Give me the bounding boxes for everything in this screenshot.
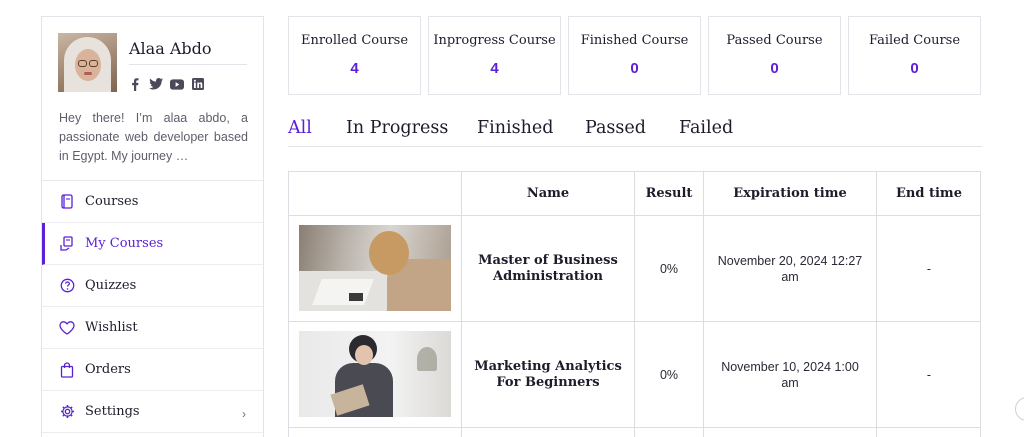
stat-inprogress-course: Inprogress Course 4: [428, 16, 561, 95]
shopping-bag-icon: [59, 361, 75, 378]
courses-icon: [59, 194, 75, 210]
stat-finished-course: Finished Course 0: [568, 16, 701, 95]
my-courses-icon: [59, 236, 75, 252]
sidebar-item-label: Settings: [85, 404, 140, 419]
course-name-link[interactable]: Master of Business Administration: [462, 253, 634, 285]
stat-value: 4: [350, 60, 359, 77]
stat-label: Passed Course: [726, 33, 823, 48]
stat-label: Inprogress Course: [433, 33, 556, 48]
sidebar-item-wishlist[interactable]: Wishlist: [42, 307, 263, 349]
stat-enrolled-course: Enrolled Course 4: [288, 16, 421, 95]
table-header-result: Result: [645, 186, 693, 201]
sidebar-item-label: Courses: [85, 194, 139, 209]
profile-sidebar: Alaa Abdo Hey there! I’m alaa abdo, a pa…: [41, 16, 264, 437]
twitter-icon[interactable]: [149, 77, 163, 91]
chevron-right-icon[interactable]: ›: [242, 407, 246, 421]
sidebar-item-label: Wishlist: [85, 320, 138, 335]
course-filter-tabs: All In Progress Finished Passed Failed: [288, 118, 982, 147]
stat-value: 4: [490, 60, 499, 77]
courses-table: Name Result Expiration time End time Mas…: [288, 171, 981, 437]
sidebar-item-label: Orders: [85, 362, 131, 377]
sidebar-item-label: My Courses: [85, 236, 164, 251]
sidebar-item-orders[interactable]: Orders: [42, 349, 263, 391]
tab-all[interactable]: All: [288, 118, 312, 138]
table-header-name: Name: [526, 186, 570, 201]
table-header-end-time: End time: [896, 186, 962, 201]
sidebar-item-label: Quizzes: [85, 278, 137, 293]
course-thumbnail[interactable]: [299, 225, 451, 311]
stat-value: 0: [770, 60, 779, 77]
course-result: 0%: [659, 367, 679, 382]
course-name-link[interactable]: Marketing Analytics For Beginners: [462, 359, 634, 391]
scroll-to-top-button[interactable]: [1015, 397, 1024, 421]
table-header-thumbnail: [289, 172, 461, 215]
stat-failed-course: Failed Course 0: [848, 16, 981, 95]
profile-bio: Hey there! I’m alaa abdo, a passionate w…: [59, 111, 248, 163]
gear-icon: [59, 404, 75, 420]
course-thumbnail[interactable]: [299, 331, 451, 417]
quiz-icon: [59, 278, 75, 294]
profile-card: Alaa Abdo Hey there! I’m alaa abdo, a pa…: [42, 17, 263, 181]
user-name: Alaa Abdo: [129, 39, 247, 65]
course-end-time: -: [926, 261, 932, 276]
facebook-icon[interactable]: [128, 77, 142, 91]
sidebar-item-my-courses[interactable]: My Courses: [42, 223, 263, 265]
course-end-time: -: [926, 367, 932, 382]
heart-icon: [59, 320, 75, 336]
stat-value: 0: [630, 60, 639, 77]
stat-label: Enrolled Course: [300, 33, 409, 48]
avatar[interactable]: [58, 33, 117, 92]
tab-passed[interactable]: Passed: [585, 118, 646, 138]
course-result: 0%: [659, 261, 679, 276]
stat-label: Finished Course: [580, 33, 689, 48]
tab-failed[interactable]: Failed: [679, 118, 733, 138]
sidebar-item-quizzes[interactable]: Quizzes: [42, 265, 263, 307]
course-expiration: November 10, 2024 1:00 am: [721, 359, 859, 390]
stat-passed-course: Passed Course 0: [708, 16, 841, 95]
stat-label: Failed Course: [868, 33, 961, 48]
tab-finished[interactable]: Finished: [477, 118, 553, 138]
tab-in-progress[interactable]: In Progress: [346, 118, 448, 138]
sidebar-item-courses[interactable]: Courses: [42, 181, 263, 223]
table-header-expiration: Expiration time: [733, 186, 847, 201]
youtube-icon[interactable]: [170, 77, 184, 91]
linkedin-icon[interactable]: [191, 77, 205, 91]
stat-value: 0: [910, 60, 919, 77]
social-links: [128, 77, 205, 91]
course-expiration: November 20, 2024 12:27 am: [717, 253, 863, 284]
sidebar-item-settings[interactable]: Settings ›: [42, 391, 263, 433]
